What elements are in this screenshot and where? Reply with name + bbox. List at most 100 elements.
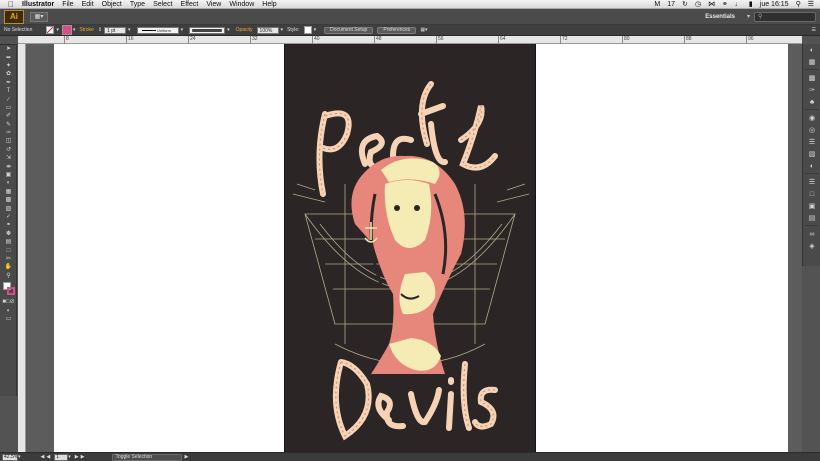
fill-swatch[interactable]	[46, 26, 55, 34]
stroke-label[interactable]: Stroke	[79, 27, 93, 33]
menu-view[interactable]: View	[206, 1, 221, 8]
wifi-icon[interactable]: ⚭	[722, 0, 728, 8]
bluetooth-icon[interactable]: ⋈	[708, 0, 715, 8]
document-setup-button[interactable]: Document Setup	[324, 26, 374, 34]
opacity-dropdown-icon[interactable]: ▾	[281, 27, 284, 33]
rotate-tool-icon[interactable]: ↺	[0, 146, 17, 154]
volume-icon[interactable]: ♩	[735, 1, 742, 8]
stroke-weight-field[interactable]: 1 pt	[104, 26, 127, 34]
fill-dropdown-icon[interactable]: ▾	[56, 27, 59, 33]
artboards-icon[interactable]: □	[803, 188, 820, 200]
help-search-input[interactable]: ⚲	[754, 11, 816, 22]
stroke-swatch-icon[interactable]	[7, 286, 15, 295]
menu-edit[interactable]: Edit	[82, 1, 94, 8]
opacity-field[interactable]: 100%	[256, 26, 279, 34]
lasso-tool-icon[interactable]: ✿	[0, 70, 17, 78]
notification-center-icon[interactable]: ☰	[808, 0, 814, 8]
menu-object[interactable]: Object	[102, 1, 122, 8]
menu-app-name[interactable]: Illustrator	[22, 1, 54, 8]
blob-brush-tool-icon[interactable]: ✑	[0, 129, 17, 137]
variable-width-profile[interactable]: Uniform ▾	[136, 26, 183, 34]
graphic-styles-icon[interactable]: ◉	[803, 112, 820, 124]
artboard-nav-next-last[interactable]: ▶▶	[75, 454, 87, 460]
document-canvas[interactable]	[26, 44, 802, 452]
color-gradient-none-icons[interactable]: ■□⊘	[0, 298, 17, 306]
eraser-tool-icon[interactable]: ◫	[0, 137, 17, 145]
paintbrush-tool-icon[interactable]: ✐	[0, 112, 17, 120]
zoom-level-field[interactable]: 42.5%	[2, 453, 18, 461]
width-tool-icon[interactable]: ⇼	[0, 162, 17, 170]
shape-builder-tool-icon[interactable]: ◐	[0, 179, 17, 187]
direct-selection-tool-icon[interactable]: ➥	[0, 53, 17, 61]
opacity-label[interactable]: Opacity	[236, 27, 253, 33]
screen-mode-icon[interactable]: ▭	[0, 315, 17, 323]
zoom-dropdown-icon[interactable]: ▾	[18, 454, 21, 460]
stroke-dropdown-icon[interactable]: ▾	[73, 27, 76, 33]
vertical-ruler[interactable]	[18, 44, 26, 452]
stroke-weight-stepper-icon[interactable]: ⇕	[98, 27, 102, 33]
menu-select[interactable]: Select	[153, 1, 172, 8]
artboard-number-field[interactable]: 1	[54, 453, 69, 461]
timemachine-icon[interactable]: ◷	[695, 0, 701, 8]
clock[interactable]: jue 16:15	[760, 1, 789, 8]
preferences-button[interactable]: Preferences	[377, 26, 417, 34]
arrange-icon[interactable]: ▦▾	[420, 27, 427, 33]
gmail-icon[interactable]: M	[654, 1, 660, 8]
stroke-weight-dropdown-icon[interactable]: ▾	[128, 27, 131, 33]
menu-window[interactable]: Window	[229, 1, 254, 8]
type-tool-icon[interactable]: T	[0, 87, 17, 95]
style-swatch[interactable]	[303, 26, 312, 34]
links-icon[interactable]: ∞	[803, 228, 820, 240]
menu-type[interactable]: Type	[130, 1, 145, 8]
pen-tool-icon[interactable]: ✒	[0, 79, 17, 87]
notification-badge[interactable]: 17	[667, 1, 675, 8]
blend-tool-icon[interactable]: ⚭	[0, 221, 17, 229]
artboard-nav-first-prev[interactable]: ◀◀	[41, 454, 53, 460]
style-dropdown-icon[interactable]: ▾	[314, 27, 317, 33]
horizontal-ruler[interactable]: 8 16 24 32 40 48 56 64 72 80 88 96	[18, 36, 802, 44]
stroke-panel-icon[interactable]: ☰	[803, 136, 820, 148]
swatches-icon[interactable]: ▩	[803, 72, 820, 84]
line-tool-icon[interactable]: ∕	[0, 95, 17, 103]
status-text[interactable]: Toggle Selection	[112, 453, 183, 461]
artboard-dropdown-icon[interactable]: ▾	[68, 454, 71, 460]
battery-icon[interactable]: ▮	[749, 0, 753, 8]
color-guide-icon[interactable]: ▦	[803, 56, 820, 68]
workspace-dropdown-icon[interactable]: ▾	[747, 13, 750, 20]
symbols-icon[interactable]: ♣	[803, 96, 820, 108]
status-play-icon[interactable]: ▶	[184, 454, 188, 460]
pencil-tool-icon[interactable]: ✎	[0, 121, 17, 129]
spotlight-icon[interactable]: ⚲	[796, 0, 801, 8]
zoom-tool-icon[interactable]: ⚲	[0, 272, 17, 280]
gradient-panel-icon[interactable]: ▧	[803, 148, 820, 160]
eyedropper-tool-icon[interactable]: ✓	[0, 213, 17, 221]
layers-icon[interactable]: ☰	[803, 176, 820, 188]
selection-tool-icon[interactable]: ➤	[0, 45, 17, 53]
arrange-documents-button[interactable]: ▦▾	[30, 11, 48, 22]
symbol-sprayer-tool-icon[interactable]: ✽	[0, 230, 17, 238]
free-transform-tool-icon[interactable]: ▣	[0, 171, 17, 179]
magic-wand-tool-icon[interactable]: ✦	[0, 62, 17, 70]
menu-help[interactable]: Help	[262, 1, 276, 8]
gradient-tool-icon[interactable]: ▧	[0, 204, 17, 212]
menu-effect[interactable]: Effect	[181, 1, 199, 8]
workspace-switcher[interactable]: Essentials	[697, 14, 743, 20]
scale-tool-icon[interactable]: ⇲	[0, 154, 17, 162]
column-graph-tool-icon[interactable]: ▤	[0, 238, 17, 246]
color-panel-icon[interactable]: ◐	[803, 44, 820, 56]
fill-stroke-swatches[interactable]	[0, 280, 17, 298]
transparency-icon[interactable]: ◐	[803, 160, 820, 172]
artboard-tool-icon[interactable]: □	[0, 246, 17, 254]
slice-tool-icon[interactable]: ✂	[0, 255, 17, 263]
perspective-grid-tool-icon[interactable]: ▦	[0, 188, 17, 196]
transform-icon[interactable]: ▣	[803, 200, 820, 212]
appearance-icon[interactable]: ◎	[803, 124, 820, 136]
menu-file[interactable]: File	[62, 1, 73, 8]
hand-tool-icon[interactable]: ✋	[0, 263, 17, 271]
rectangle-tool-icon[interactable]: ▭	[0, 104, 17, 112]
brush-definition[interactable]: ▾	[189, 26, 230, 34]
apple-logo-icon[interactable]: 	[0, 0, 22, 9]
brushes-icon[interactable]: ✑	[803, 84, 820, 96]
pathfinder-icon[interactable]: ◈	[803, 240, 820, 252]
align-icon[interactable]: ▤	[803, 212, 820, 224]
